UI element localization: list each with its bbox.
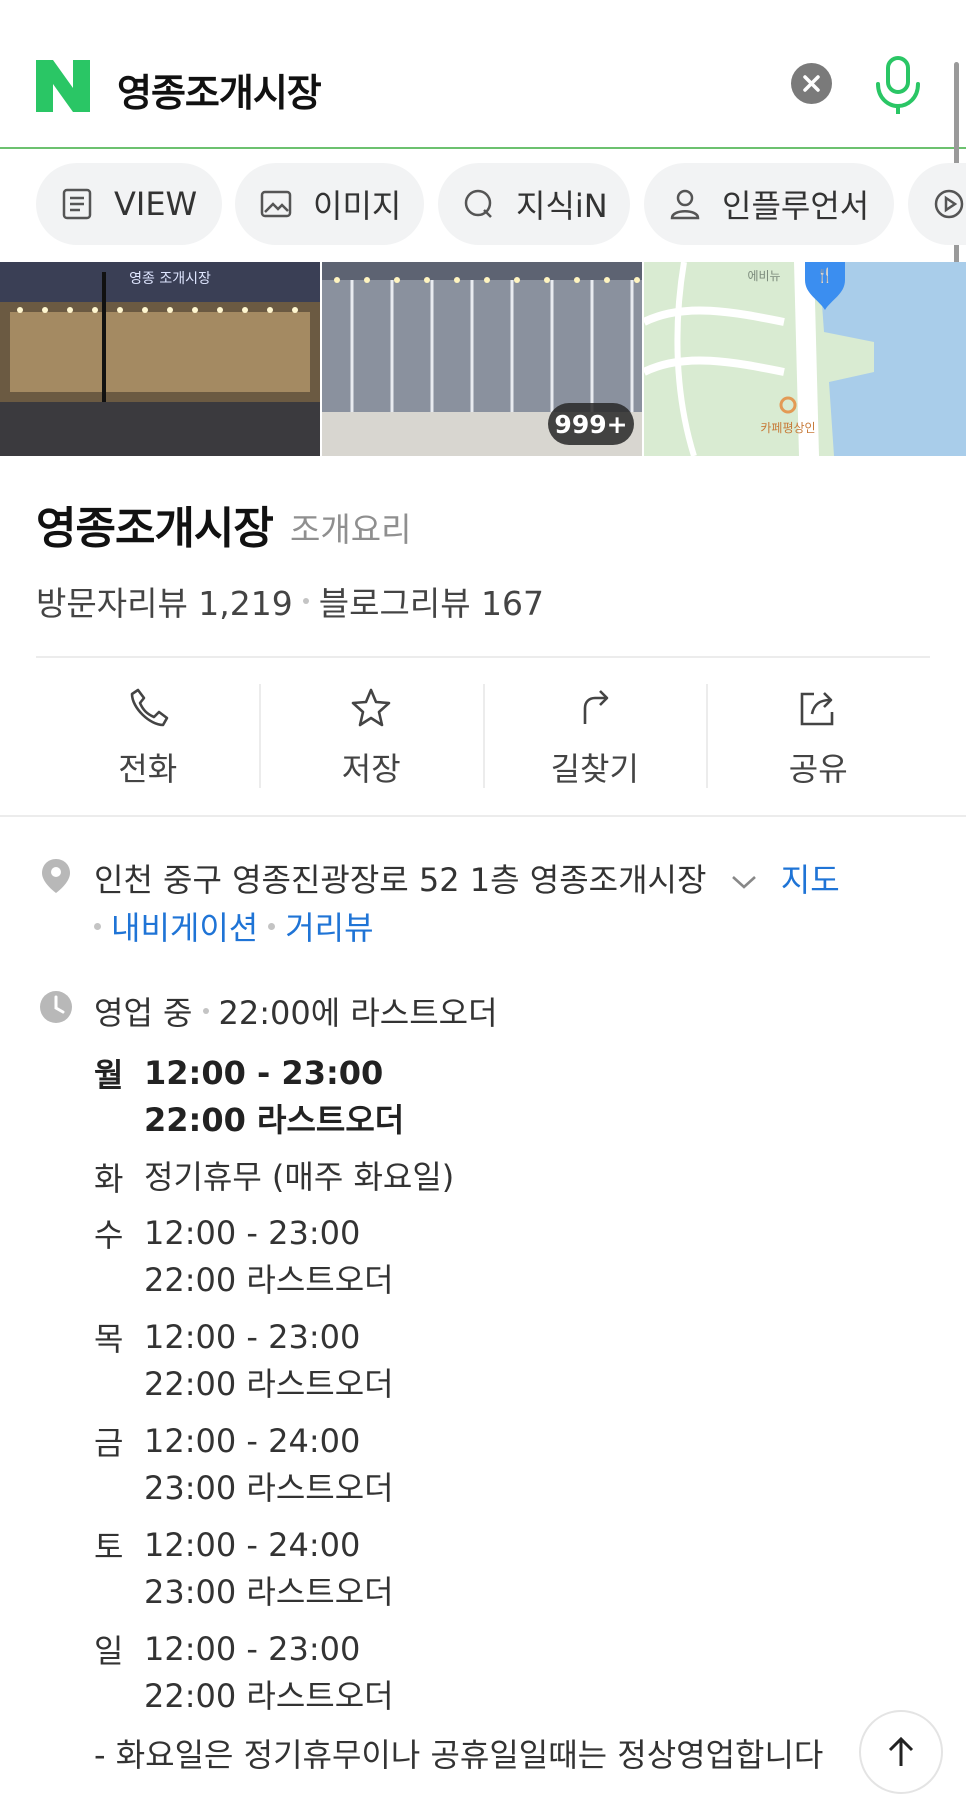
address-links: 내비게이션 거리뷰 <box>94 903 374 949</box>
day-label: 월 <box>94 1056 124 1094</box>
hours-last-order: 22:00 라스트오더 <box>144 1365 394 1403</box>
share-button[interactable]: 공유 <box>707 668 931 798</box>
tab-label: VIEW <box>114 185 198 223</box>
hours-last-order: 23:00 라스트오더 <box>144 1573 394 1611</box>
divider <box>36 656 930 658</box>
hours-time: 12:00 - 23:00 <box>144 1214 361 1252</box>
close-icon <box>803 75 820 92</box>
separator-dot <box>268 922 276 930</box>
section-divider <box>0 815 966 817</box>
hours-row-sunday: 일 12:00 - 23:00 22:00 라스트오더 <box>94 1626 894 1730</box>
place-name: 영종조개시장 <box>36 503 274 554</box>
blog-reviews-link[interactable]: 블로그리뷰 167 <box>319 577 544 625</box>
person-icon <box>670 189 700 220</box>
action-label: 공유 <box>788 750 848 788</box>
hours-time: 12:00 - 23:00 <box>144 1630 361 1668</box>
action-separator <box>706 684 708 788</box>
save-button[interactable]: 저장 <box>260 668 484 798</box>
phone-icon <box>130 688 169 727</box>
action-label: 길찾기 <box>550 750 639 788</box>
hours-time: 12:00 - 24:00 <box>144 1526 361 1564</box>
play-icon <box>934 189 964 219</box>
restaurant-photo-night[interactable]: 영종 조개시장 <box>0 262 320 456</box>
place-category: 조개요리 <box>290 510 412 549</box>
day-label: 토 <box>94 1528 124 1566</box>
svg-text:카페평상인: 카페평상인 <box>760 421 815 435</box>
microphone-icon[interactable] <box>872 56 924 116</box>
tab-images[interactable]: 이미지 <box>235 163 424 245</box>
address-text: 인천 중구 영종진광장로 52 1층 영종조개시장 <box>94 861 707 899</box>
q-icon <box>464 189 492 218</box>
star-icon <box>351 688 391 727</box>
address: 인천 중구 영종진광장로 52 1층 영종조개시장 지도 <box>94 855 840 901</box>
day-label: 일 <box>94 1632 124 1670</box>
open-status: 영업 중 <box>94 994 193 1032</box>
hours-last-order: 22:00 라스트오더 <box>144 1677 394 1715</box>
hours-row-thursday: 목 12:00 - 23:00 22:00 라스트오더 <box>94 1314 894 1418</box>
location-pin-icon <box>42 859 70 893</box>
image-icon <box>260 190 292 218</box>
separator-dot <box>202 1008 209 1014</box>
day-label: 목 <box>94 1320 124 1358</box>
hours-last-order: 22:00 라스트오더 <box>144 1101 405 1139</box>
business-hours-list: 월 12:00 - 23:00 22:00 라스트오더 화 정기휴무 (매주 화… <box>94 1050 894 1730</box>
visitor-reviews-link[interactable]: 방문자리뷰 1,219 <box>36 577 293 625</box>
svg-text:🍴: 🍴 <box>816 267 833 284</box>
search-bar: 영종조개시장 <box>0 0 966 149</box>
tab-label: 이미지 <box>313 187 402 225</box>
day-label: 금 <box>94 1424 124 1462</box>
day-label: 수 <box>94 1216 124 1254</box>
map-thumbnail[interactable]: 🍴 카페평상인 에비뉴 <box>644 262 966 456</box>
navigation-link[interactable]: 내비게이션 <box>111 903 258 949</box>
hours-time: 12:00 - 24:00 <box>144 1422 361 1460</box>
document-icon <box>62 188 92 220</box>
hours-last-order: 23:00 라스트오더 <box>144 1469 394 1507</box>
chevron-down-icon[interactable] <box>729 871 759 893</box>
separator-dot <box>94 922 101 930</box>
hours-time: 정기휴무 (매주 화요일) <box>144 1158 455 1196</box>
tab-kin[interactable]: 지식iN <box>438 163 630 245</box>
clock-icon <box>40 991 72 1023</box>
arrow-up-icon <box>888 1736 914 1766</box>
action-bar: 전화 저장 길찾기 공유 <box>36 668 930 798</box>
action-separator <box>259 684 261 788</box>
action-label: 전화 <box>118 750 178 788</box>
business-status[interactable]: 영업 중 22:00에 라스트오더 <box>94 988 498 1034</box>
hours-row-wednesday: 수 12:00 - 23:00 22:00 라스트오더 <box>94 1210 894 1314</box>
street-view-link[interactable]: 거리뷰 <box>285 903 373 949</box>
day-label: 화 <box>94 1160 124 1198</box>
hours-note: - 화요일은 정기휴무이나 공휴일일때는 정상영업합니다 <box>94 1736 824 1774</box>
clear-search-button[interactable] <box>791 63 832 104</box>
call-button[interactable]: 전화 <box>36 668 260 798</box>
search-input[interactable]: 영종조개시장 <box>117 62 322 117</box>
tab-label: 인플루언서 <box>722 187 870 225</box>
svg-text:에비뉴: 에비뉴 <box>747 269 780 283</box>
tab-label: 지식iN <box>516 187 608 225</box>
directions-icon <box>583 690 609 724</box>
directions-button[interactable]: 길찾기 <box>483 668 707 798</box>
photo-count-badge: 999+ <box>548 403 634 445</box>
last-order-status: 22:00에 라스트오더 <box>218 994 498 1032</box>
hours-row-monday: 월 12:00 - 23:00 22:00 라스트오더 <box>94 1050 894 1154</box>
hours-time: 12:00 - 23:00 <box>144 1318 361 1356</box>
separator-dot <box>302 598 309 604</box>
naver-logo-icon[interactable] <box>36 60 90 112</box>
hours-row-friday: 금 12:00 - 24:00 23:00 라스트오더 <box>94 1418 894 1522</box>
hours-row-tuesday: 화 정기휴무 (매주 화요일) <box>94 1154 894 1210</box>
hours-last-order: 22:00 라스트오더 <box>144 1261 394 1299</box>
map-link[interactable]: 지도 <box>781 861 840 899</box>
scroll-to-top-button[interactable] <box>859 1710 943 1794</box>
tab-view[interactable]: VIEW <box>36 163 222 245</box>
review-counts: 방문자리뷰 1,219 블로그리뷰 167 <box>36 577 544 625</box>
action-separator <box>483 684 485 788</box>
hours-row-saturday: 토 12:00 - 24:00 23:00 라스트오더 <box>94 1522 894 1626</box>
action-label: 저장 <box>341 750 401 788</box>
tab-video[interactable] <box>908 163 966 245</box>
photo-strip: 영종 조개시장 🍴 카페평상인 에비뉴 <box>0 262 966 456</box>
svg-text:영종 조개시장: 영종 조개시장 <box>129 271 211 287</box>
share-icon <box>800 692 834 726</box>
search-tabs: VIEW 이미지 지식iN 인플루언서 <box>0 163 966 247</box>
tab-influencer[interactable]: 인플루언서 <box>644 163 894 245</box>
hours-time: 12:00 - 23:00 <box>144 1054 384 1092</box>
